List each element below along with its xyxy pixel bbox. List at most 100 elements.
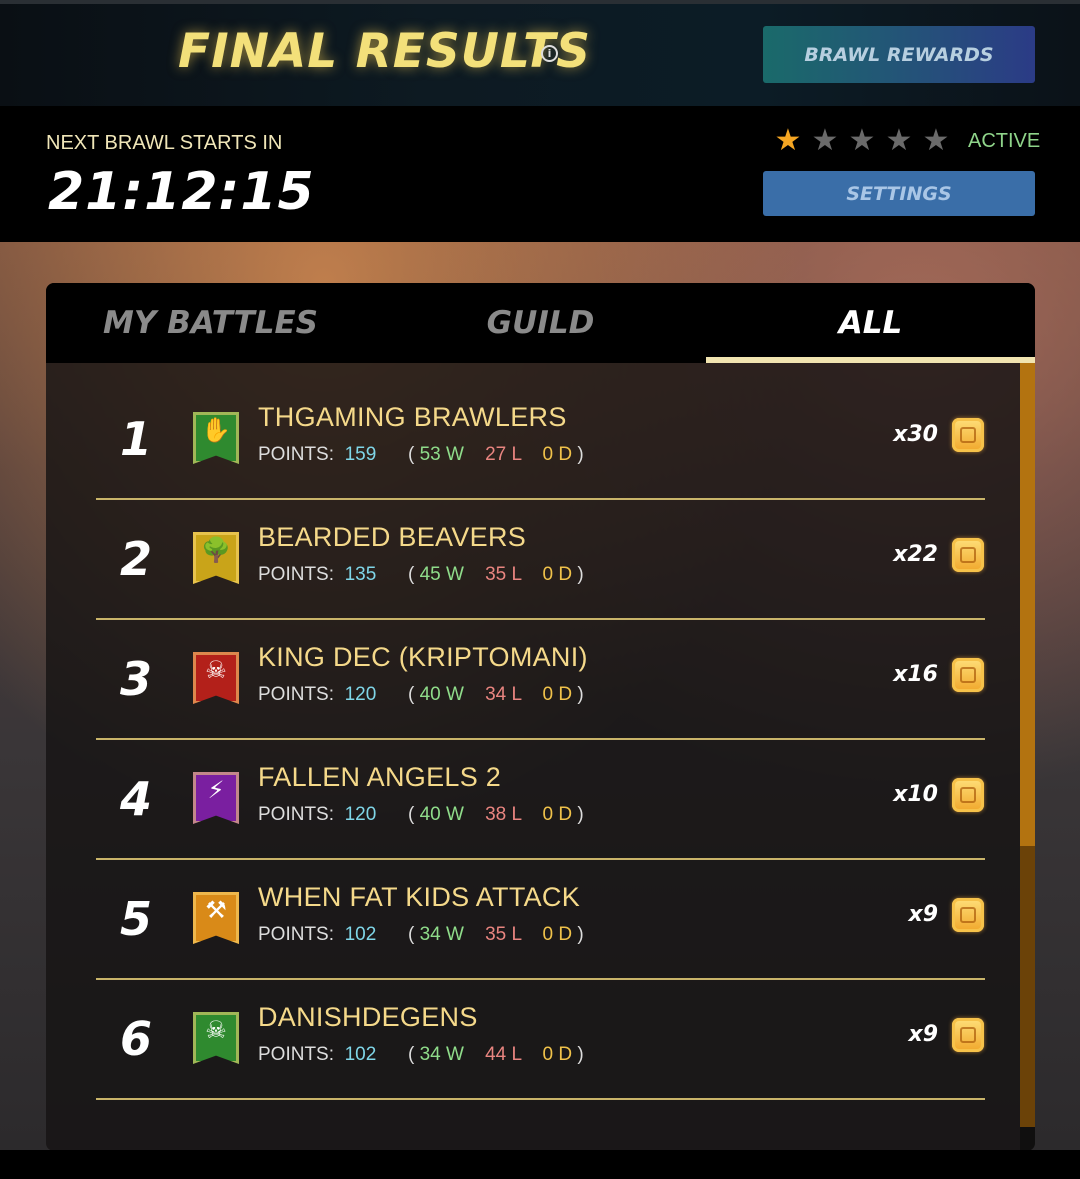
star-empty-icon: ★ — [885, 123, 913, 158]
losses-value: 35 L — [485, 564, 522, 585]
hand-guild-banner-icon: ✋ — [193, 412, 239, 464]
merits-chest-icon — [952, 658, 984, 692]
reward-multiplier: x9 — [908, 1022, 939, 1047]
merits-chest-icon — [952, 538, 984, 572]
losses-value: 35 L — [485, 924, 522, 945]
banner-border — [193, 652, 239, 704]
guild-stats: POINTS: 159 ( 53 W 27 L 0 D ) — [258, 444, 584, 466]
guild-stats: POINTS: 120 ( 40 W 34 L 0 D ) — [258, 684, 584, 706]
guild-stats: POINTS: 120 ( 40 W 38 L 0 D ) — [258, 804, 584, 826]
row-divider — [96, 1098, 985, 1100]
banner-border — [193, 892, 239, 944]
merits-chest-icon — [952, 898, 984, 932]
rank-number: 5 — [119, 892, 152, 946]
countdown-timer: 21:12:15 — [48, 162, 315, 222]
guild-name[interactable]: FALLEN ANGELS 2 — [258, 762, 501, 793]
guild-name[interactable]: KING DEC (KRIPTOMANI) — [258, 642, 588, 673]
skull-guild-banner-icon: ☠ — [193, 1012, 239, 1064]
table-row[interactable]: 4 ⚡ FALLEN ANGELS 2 POINTS: 120 ( 40 W 3… — [96, 740, 985, 860]
rank-number: 4 — [119, 772, 152, 826]
stats-close-paren: ) — [577, 1044, 584, 1065]
points-label: POINTS: — [258, 444, 335, 465]
tab-guild[interactable]: GUILD — [376, 283, 705, 363]
tab-my-battles[interactable]: MY BATTLES — [46, 283, 375, 363]
points-label: POINTS: — [258, 684, 335, 705]
stats-open-paren: ( — [407, 804, 415, 825]
stats-open-paren: ( — [407, 684, 415, 705]
points-label: POINTS: — [258, 924, 335, 945]
table-row[interactable]: 1 ✋ THGAMING BRAWLERS POINTS: 159 ( 53 W… — [96, 380, 985, 500]
table-row[interactable]: 6 ☠ DANISHDEGENS POINTS: 102 ( 34 W 44 L… — [96, 980, 985, 1100]
reward-multiplier: x22 — [893, 542, 938, 567]
wins-value: 45 W — [419, 564, 464, 585]
guild-name[interactable]: DANISHDEGENS — [258, 1002, 478, 1033]
draws-value: 0 D — [542, 444, 573, 465]
brawl-rewards-button[interactable]: BRAWL REWARDS — [763, 26, 1035, 83]
wins-value: 40 W — [419, 684, 464, 705]
tab-all[interactable]: ALL — [706, 283, 1035, 363]
rank-number: 6 — [119, 1012, 152, 1066]
lightning-guild-banner-icon: ⚡ — [193, 772, 239, 824]
losses-value: 27 L — [485, 444, 522, 465]
reward-multiplier: x9 — [908, 902, 939, 927]
tab-bar: MY BATTLES GUILD ALL — [46, 283, 1035, 363]
stats-close-paren: ) — [577, 924, 584, 945]
banner-border — [193, 532, 239, 584]
points-value: 159 — [344, 444, 377, 465]
points-value: 135 — [344, 564, 377, 585]
points-value: 120 — [344, 804, 377, 825]
reward-multiplier: x30 — [893, 422, 938, 447]
points-label: POINTS: — [258, 1044, 335, 1065]
results-panel: MY BATTLES GUILD ALL 1 ✋ THGAMING BRAWLE… — [46, 283, 1035, 1151]
losses-value: 34 L — [485, 684, 522, 705]
scrollbar-thumb[interactable] — [1020, 363, 1035, 846]
star-empty-icon: ★ — [922, 123, 950, 158]
wins-value: 34 W — [419, 1044, 464, 1065]
stats-open-paren: ( — [407, 924, 415, 945]
star-filled-icon: ★ — [774, 123, 802, 158]
draws-value: 0 D — [542, 804, 573, 825]
stats-open-paren: ( — [407, 444, 415, 465]
page-title: FINAL RESULTS — [178, 24, 592, 79]
active-status-label: ACTIVE — [968, 130, 1041, 152]
wins-value: 40 W — [419, 804, 464, 825]
table-row[interactable]: 5 ⚒ WHEN FAT KIDS ATTACK POINTS: 102 ( 3… — [96, 860, 985, 980]
guild-name[interactable]: BEARDED BEAVERS — [258, 522, 526, 553]
rank-number: 2 — [119, 532, 152, 586]
rank-number: 3 — [119, 652, 152, 706]
guild-name[interactable]: WHEN FAT KIDS ATTACK — [258, 882, 580, 913]
tree-guild-banner-icon: 🌳 — [193, 532, 239, 584]
banner-border — [193, 1012, 239, 1064]
bottom-bar — [0, 1150, 1080, 1179]
next-brawl-label: NEXT BRAWL STARTS IN — [46, 132, 283, 154]
draws-value: 0 D — [542, 564, 573, 585]
rank-number: 1 — [119, 412, 152, 466]
stats-open-paren: ( — [407, 564, 415, 585]
points-label: POINTS: — [258, 804, 335, 825]
skull-guild-banner-icon: ☠ — [193, 652, 239, 704]
scrollbar-rest — [1020, 846, 1035, 1127]
merits-chest-icon — [952, 418, 984, 452]
losses-value: 38 L — [485, 804, 522, 825]
wins-value: 53 W — [419, 444, 464, 465]
points-value: 120 — [344, 684, 377, 705]
draws-value: 0 D — [542, 924, 573, 945]
points-value: 102 — [344, 924, 377, 945]
guild-name[interactable]: THGAMING BRAWLERS — [258, 402, 567, 433]
info-icon[interactable]: i — [541, 45, 558, 62]
table-row[interactable]: 3 ☠ KING DEC (KRIPTOMANI) POINTS: 120 ( … — [96, 620, 985, 740]
wins-value: 34 W — [419, 924, 464, 945]
stats-close-paren: ) — [577, 684, 584, 705]
merits-chest-icon — [952, 778, 984, 812]
points-value: 102 — [344, 1044, 377, 1065]
stats-open-paren: ( — [407, 1044, 415, 1065]
settings-button[interactable]: SETTINGS — [763, 171, 1035, 216]
banner-border — [193, 412, 239, 464]
guild-stats: POINTS: 102 ( 34 W 44 L 0 D ) — [258, 1044, 584, 1066]
star-rating: ★ ★ ★ ★ ★ — [773, 126, 951, 156]
stats-close-paren: ) — [577, 804, 584, 825]
table-row[interactable]: 2 🌳 BEARDED BEAVERS POINTS: 135 ( 45 W 3… — [96, 500, 985, 620]
losses-value: 44 L — [485, 1044, 522, 1065]
active-tab-indicator — [706, 357, 1035, 363]
reward-multiplier: x10 — [893, 782, 938, 807]
